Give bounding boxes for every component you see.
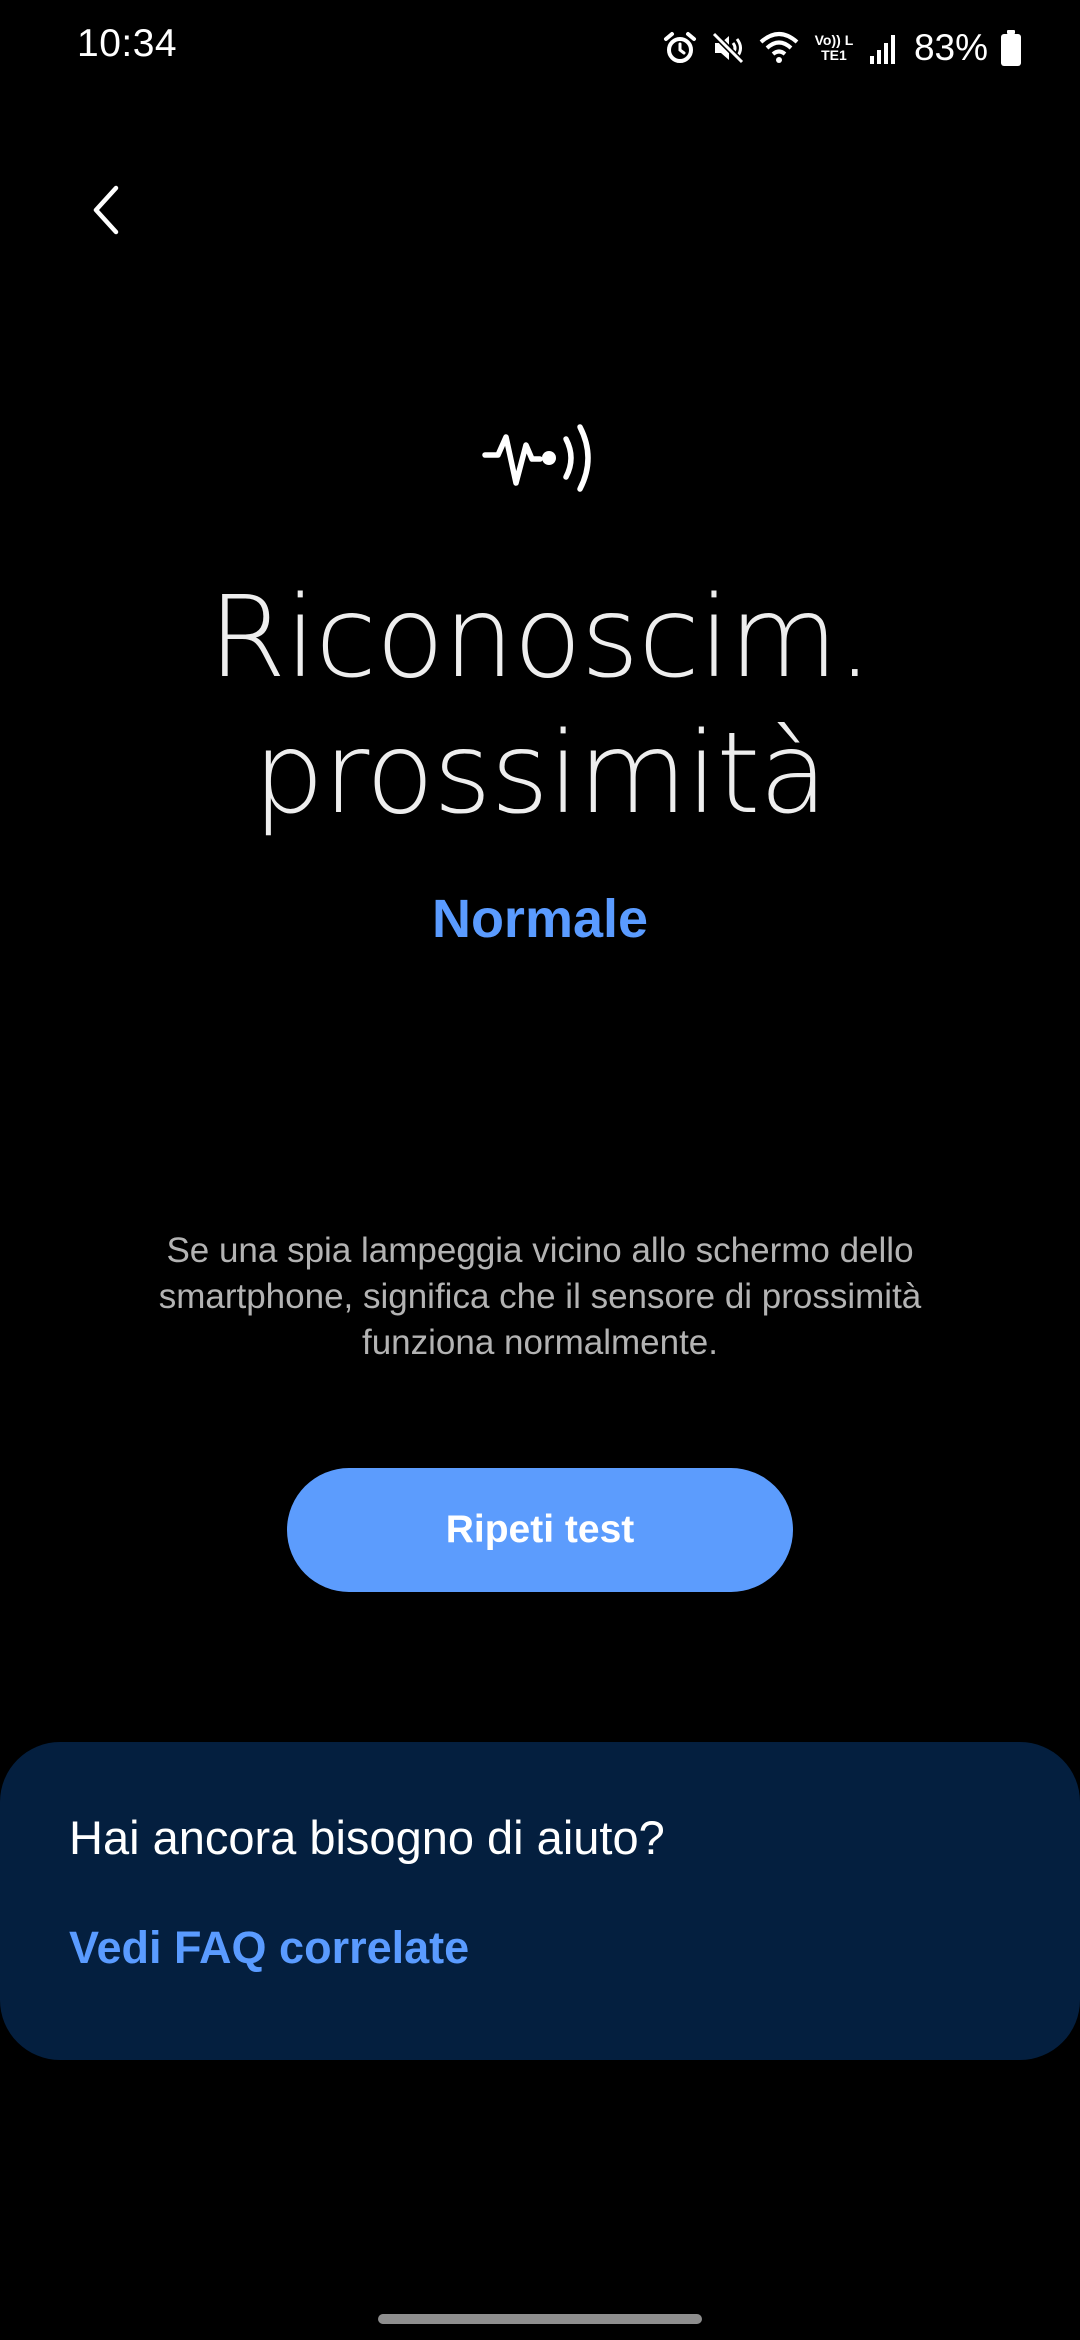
- wifi-icon: [759, 32, 799, 63]
- chevron-left-icon: [93, 185, 119, 235]
- volte-icon: Vo)) LTE1: [812, 33, 856, 63]
- back-button[interactable]: [66, 170, 146, 250]
- battery-percent: 83%: [913, 27, 988, 68]
- home-indicator[interactable]: [378, 2314, 702, 2324]
- page-title-line-1: Riconoscim.: [208, 573, 872, 703]
- battery-icon: [1001, 30, 1021, 66]
- page-title: Riconoscim. prossimità: [60, 570, 1020, 842]
- signal-icon: [869, 35, 895, 64]
- help-card: Hai ancora bisogno di aiuto? Vedi FAQ co…: [0, 1742, 1080, 2060]
- alarm-icon: [663, 32, 696, 63]
- mute-icon: [711, 31, 745, 65]
- help-title: Hai ancora bisogno di aiuto?: [69, 1811, 665, 1864]
- network-label: Vo)) LTE1: [814, 32, 854, 63]
- related-faq-link[interactable]: Vedi FAQ correlate: [69, 1922, 469, 1974]
- status-icons: Vo)) LTE1 83%: [662, 20, 1022, 76]
- retry-test-button[interactable]: Ripeti test: [287, 1468, 793, 1592]
- proximity-sensor-icon: [482, 424, 591, 492]
- status-time: 10:34: [77, 22, 178, 65]
- test-description: Se una spia lampeggia vicino allo scherm…: [158, 1231, 922, 1362]
- test-result: Normale: [431, 889, 649, 949]
- page-title-line-2: prossimità: [253, 709, 828, 839]
- status-bar: 10:34 Vo)) LTE1 83%: [0, 0, 1080, 100]
